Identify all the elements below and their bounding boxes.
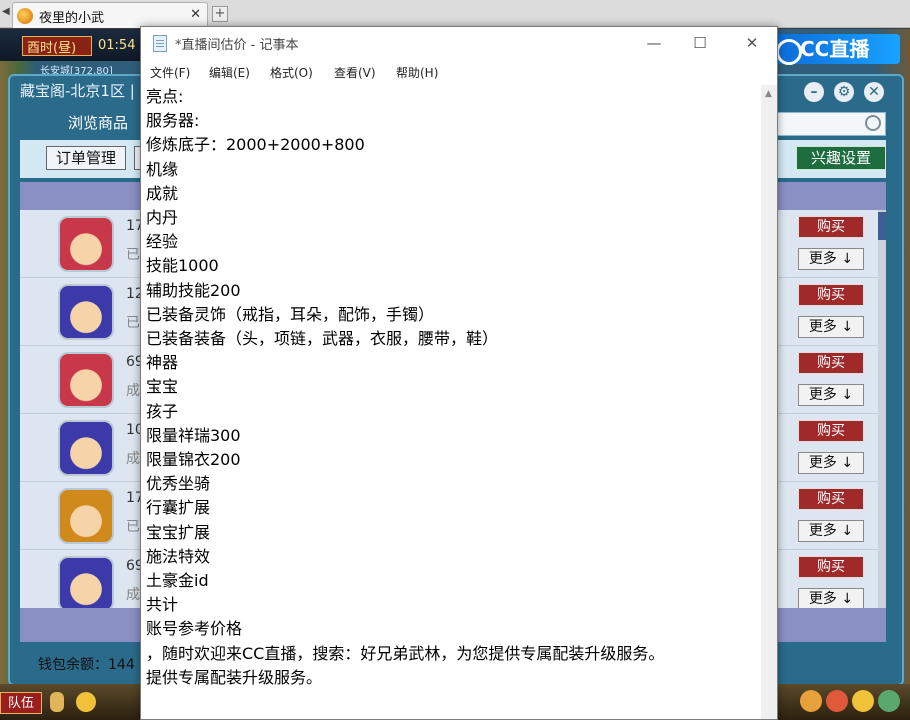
row-status: 已 — [126, 247, 140, 263]
row-status: 已 — [126, 315, 140, 331]
notepad-line: 宝宝 — [146, 377, 179, 397]
minimize-icon[interactable]: — — [631, 31, 677, 55]
shell-icon[interactable] — [826, 690, 848, 712]
menu-file[interactable]: 文件(F) — [150, 64, 190, 81]
notepad-line: 成就 — [146, 183, 179, 203]
menu-edit[interactable]: 编辑(E) — [209, 64, 250, 81]
character-avatar[interactable] — [58, 488, 114, 544]
game-time-badge: 酉时(昼) — [22, 36, 92, 56]
more-button[interactable]: 更多 ↓ — [798, 452, 864, 474]
notepad-scrollbar[interactable]: ▲ — [761, 85, 777, 719]
notepad-line: 亮点: — [146, 87, 184, 106]
notepad-window: *直播间估价 - 记事本 — ☐ ✕ 文件(F) 编辑(E) 格式(O) 查看(… — [140, 26, 778, 720]
buy-button[interactable]: 购买 — [798, 488, 864, 510]
notepad-icon — [153, 35, 167, 52]
notepad-line: 提供专属配装升级服务。 — [146, 667, 323, 687]
notepad-line: 神器 — [146, 353, 179, 373]
game-clock: 01:54 — [98, 38, 136, 53]
close-icon[interactable]: ✕ — [729, 31, 775, 55]
row-status: 成 — [126, 451, 140, 467]
buy-button[interactable]: 购买 — [798, 420, 864, 442]
chat-bubble-icon[interactable] — [76, 692, 96, 712]
order-management-button[interactable]: 订单管理 — [46, 146, 126, 170]
notepad-text-area[interactable]: 亮点: 服务器: 修炼底子：2000+2000+800 机缘成就内丹经验技能1000 辅… — [141, 85, 761, 719]
buy-button[interactable]: 购买 — [798, 556, 864, 578]
notepad-title: *直播间估价 - 记事本 — [175, 38, 299, 53]
buy-button[interactable]: 购买 — [798, 216, 864, 238]
tab-active[interactable]: 夜里的小武 ✕ — [12, 2, 208, 28]
goods-list-scrollbar[interactable] — [878, 210, 886, 608]
notepad-line: 已装备灵饰（戒指，耳朵，配饰，手镯） — [146, 304, 435, 324]
notepad-line: 内丹 — [146, 208, 179, 227]
character-avatar[interactable] — [58, 284, 114, 340]
tab-scroll-left-icon[interactable]: ◀ — [2, 6, 12, 20]
scroll-up-icon[interactable]: ▲ — [765, 89, 772, 99]
more-button[interactable]: 更多 ↓ — [798, 588, 864, 610]
panel-title: 藏宝阁-北京1区 | — [20, 82, 135, 100]
tab-browse-goods[interactable]: 浏览商品 — [68, 112, 128, 133]
notepad-title-bar[interactable]: *直播间估价 - 记事本 — ☐ ✕ — [141, 27, 777, 59]
notepad-menu-bar: 文件(F) 编辑(E) 格式(O) 查看(V) 帮助(H) — [141, 59, 777, 85]
notepad-line: 服务器: — [146, 111, 200, 131]
notepad-line: 孩子 — [146, 401, 179, 421]
notepad-line: 技能1000 — [146, 256, 219, 276]
notepad-line: 账号参考价格 — [146, 619, 243, 639]
more-button[interactable]: 更多 ↓ — [798, 248, 864, 270]
team-button[interactable]: 队伍 — [0, 692, 42, 714]
interest-settings-button[interactable]: 兴趣设置 — [796, 146, 886, 170]
notepad-line: 行囊扩展 — [146, 498, 211, 518]
notepad-line: 修炼底子：2000+2000+800 — [146, 135, 365, 155]
more-button[interactable]: 更多 ↓ — [798, 520, 864, 542]
menu-format[interactable]: 格式(O) — [270, 64, 313, 81]
wallet-balance: 钱包余额：144 — [38, 657, 135, 673]
more-button[interactable]: 更多 ↓ — [798, 316, 864, 338]
system-icon[interactable] — [878, 690, 900, 712]
row-status: 成 — [126, 587, 140, 603]
shell-icon[interactable] — [800, 690, 822, 712]
character-avatar[interactable] — [58, 352, 114, 408]
character-avatar[interactable] — [58, 556, 114, 612]
buy-button[interactable]: 购买 — [798, 352, 864, 374]
new-tab-button[interactable]: + — [212, 6, 228, 22]
microphone-icon[interactable] — [50, 692, 64, 712]
row-status: 已 — [126, 519, 140, 535]
notepad-line: 已装备装备（头，项链，武器，衣服，腰带，鞋） — [146, 329, 499, 348]
notepad-line: 土豪金id — [146, 571, 209, 590]
notepad-line: 限量祥瑞300 — [146, 425, 241, 445]
character-avatar[interactable] — [58, 216, 114, 272]
notepad-line: 限量锦衣200 — [146, 450, 241, 469]
notepad-line: 经验 — [146, 232, 179, 252]
notepad-line: ，随时欢迎来CC直播，搜索：好兄弟武林，为您提供专属配装升级服务。 — [146, 643, 665, 663]
character-avatar[interactable] — [58, 420, 114, 476]
row-status: 成 — [126, 383, 140, 399]
notepad-line: 机缘 — [146, 159, 179, 179]
notepad-line: 宝宝扩展 — [146, 522, 211, 542]
notepad-line: 优秀坐骑 — [146, 474, 211, 494]
goods-search-input[interactable] — [776, 112, 886, 136]
goods-list-scroll-thumb[interactable] — [878, 212, 886, 240]
browser-tab-strip: ◀ 夜里的小武 ✕ + — [0, 0, 910, 28]
panel-minimize-icon[interactable]: – — [804, 82, 824, 102]
tab-close-icon[interactable]: ✕ — [190, 7, 201, 22]
buy-button[interactable]: 购买 — [798, 284, 864, 306]
panel-close-icon[interactable]: ✕ — [864, 82, 884, 102]
more-button[interactable]: 更多 ↓ — [798, 384, 864, 406]
site-favicon-icon — [17, 8, 33, 24]
tab-title: 夜里的小武 — [39, 11, 105, 26]
smiley-icon[interactable] — [852, 690, 874, 712]
notepad-line: 共计 — [146, 595, 179, 615]
notepad-line: 辅助技能200 — [146, 280, 241, 300]
cc-live-logo: CC直播 — [770, 34, 900, 65]
notepad-line: 施法特效 — [146, 546, 211, 566]
menu-view[interactable]: 查看(V) — [334, 64, 376, 81]
panel-settings-icon[interactable]: ⚙ — [834, 82, 854, 102]
maximize-icon[interactable]: ☐ — [677, 31, 723, 55]
menu-help[interactable]: 帮助(H) — [396, 64, 438, 81]
search-icon[interactable] — [865, 115, 881, 131]
